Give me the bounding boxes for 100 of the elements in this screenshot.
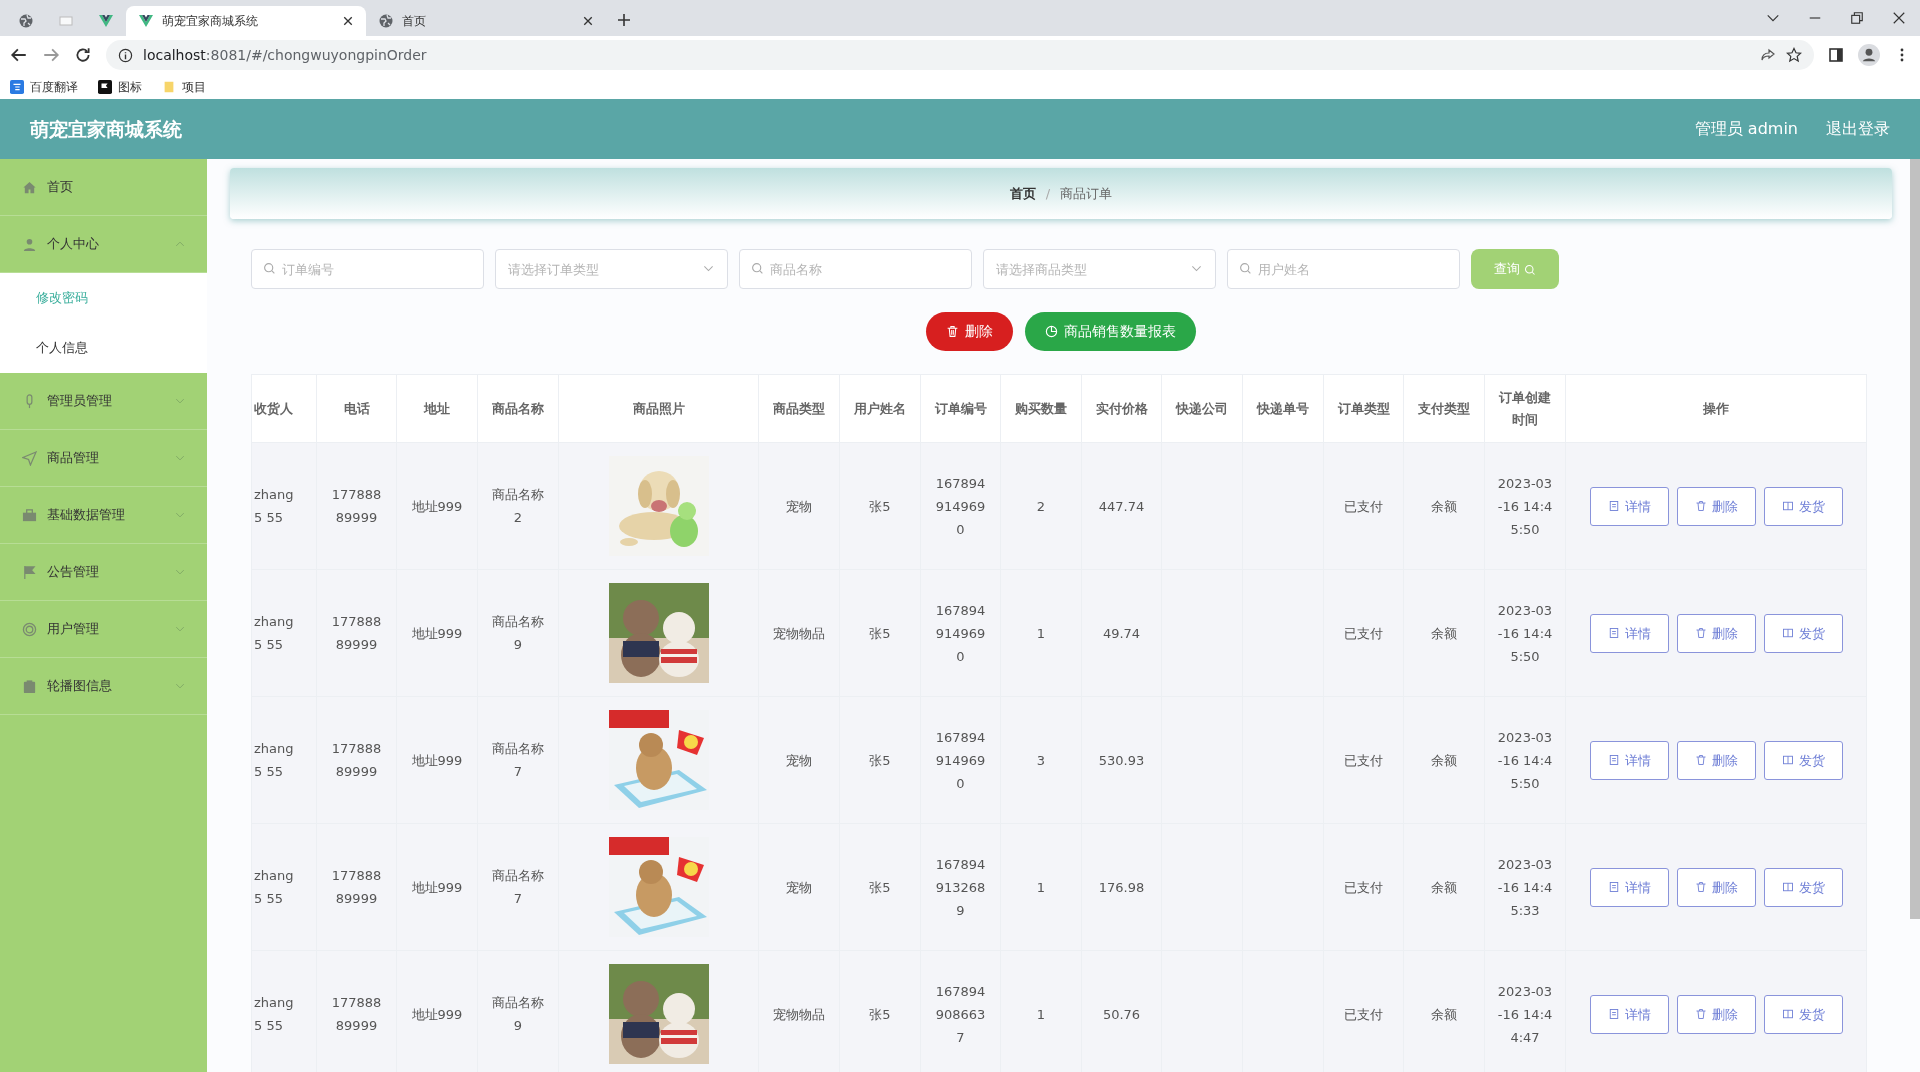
sidebar-subitem[interactable]: 个人信息 <box>0 323 207 373</box>
share-icon[interactable] <box>1760 47 1776 63</box>
details-button[interactable]: 详情 <box>1589 867 1669 907</box>
table-cell: 张5 <box>839 442 921 570</box>
forward-icon[interactable] <box>42 46 60 64</box>
table-cell: 商品名称7 <box>477 823 559 951</box>
details-button[interactable]: 详情 <box>1589 486 1669 526</box>
table-cell: 1678949149690 <box>920 696 1001 824</box>
book-icon <box>1781 754 1794 766</box>
clipboard-icon <box>22 678 37 694</box>
table-cell: 张5 <box>839 823 921 951</box>
trash-icon <box>946 325 959 338</box>
table-cell: 17788889999 <box>316 442 397 570</box>
table-cell: 17788889999 <box>316 569 397 697</box>
search-field[interactable]: 商品名称 <box>739 249 972 289</box>
table-cell: 1678949149690 <box>920 569 1001 697</box>
ship-button[interactable]: 发货 <box>1763 867 1843 907</box>
chevron-down-icon <box>703 263 714 274</box>
table-cell: 地址999 <box>396 950 478 1072</box>
table-cell: 余额 <box>1403 950 1485 1072</box>
table-cell: 2023-03-16 14:45:50 <box>1484 569 1566 697</box>
table-cell: zhang 5 55 <box>251 950 317 1072</box>
column-header: 购买数量 <box>1000 374 1082 443</box>
details-button[interactable]: 详情 <box>1589 740 1669 780</box>
column-header: 订单编号 <box>920 374 1001 443</box>
delete-button[interactable]: 删除 <box>1676 994 1756 1034</box>
delete-button[interactable]: 删除 <box>1676 740 1756 780</box>
sidebar-subitem[interactable]: 修改密码 <box>0 273 207 323</box>
delete-button[interactable]: 删除 <box>1676 486 1756 526</box>
table-cell: 商品名称9 <box>477 569 559 697</box>
info-icon <box>118 47 133 63</box>
ship-button[interactable]: 发货 <box>1763 740 1843 780</box>
bookmark[interactable]: 百度翻译 <box>10 77 78 96</box>
side-panel-icon[interactable] <box>1828 47 1844 63</box>
reload-icon[interactable] <box>74 46 92 64</box>
ship-button[interactable]: 发货 <box>1763 613 1843 653</box>
table-cell: 商品名称9 <box>477 950 559 1072</box>
table-cell: 2023-03-16 14:45:33 <box>1484 823 1566 951</box>
table-cell: 商品名称2 <box>477 442 559 570</box>
details-button[interactable]: 详情 <box>1589 994 1669 1034</box>
column-header: 电话 <box>316 374 397 443</box>
select-field[interactable]: 请选择订单类型 <box>495 249 728 289</box>
delete-button[interactable]: 删除 <box>1676 867 1756 907</box>
column-header: 快递公司 <box>1161 374 1243 443</box>
column-header: 订单创建时间 <box>1484 374 1566 443</box>
table-cell: 宠物物品 <box>758 569 840 697</box>
pie-chart-icon <box>1045 325 1058 338</box>
document-icon <box>1607 627 1620 639</box>
browser-tab[interactable]: 萌宠宜家商城系统 <box>126 6 366 36</box>
breadcrumb-link[interactable]: 首页 <box>1009 183 1036 204</box>
ship-button[interactable]: 发货 <box>1763 994 1843 1034</box>
table-cell: 宠物 <box>758 696 840 824</box>
column-header: 订单类型 <box>1323 374 1404 443</box>
book-icon <box>1781 627 1794 639</box>
search-icon <box>263 262 276 275</box>
table-cell: 张5 <box>839 696 921 824</box>
tab-title: 萌宠宜家商城系统 <box>162 13 259 30</box>
column-header: 收货人 <box>251 374 317 443</box>
plus-icon[interactable] <box>616 12 632 28</box>
table-cell: 宠物物品 <box>758 950 840 1072</box>
close-icon[interactable] <box>582 15 594 27</box>
delete-button[interactable]: 删除 <box>1676 613 1756 653</box>
star-icon[interactable] <box>1786 47 1802 63</box>
table-cell: 1 <box>1000 823 1082 951</box>
paper-plane-icon <box>22 450 37 466</box>
scrollbar[interactable] <box>1910 159 1920 919</box>
back-icon[interactable] <box>10 46 28 64</box>
book-icon <box>1781 881 1794 893</box>
table-cell: zhang 5 55 <box>251 823 317 951</box>
details-button[interactable]: 详情 <box>1589 613 1669 653</box>
person-icon <box>22 236 37 252</box>
table-cell: 余额 <box>1403 442 1485 570</box>
address-field[interactable]: localhost:8081/#/chongwuyongpinOrder <box>143 44 427 66</box>
delete-button[interactable]: 删除 <box>926 312 1013 351</box>
search-field[interactable]: 订单编号 <box>251 249 484 289</box>
column-header: 商品名称 <box>477 374 559 443</box>
document-icon <box>1607 1008 1620 1020</box>
profile-icon[interactable] <box>1858 44 1880 66</box>
restore-icon[interactable] <box>1850 11 1864 25</box>
briefcase-icon <box>22 507 37 523</box>
bookmark[interactable]: 项目 <box>162 77 206 96</box>
ship-button[interactable]: 发货 <box>1763 486 1843 526</box>
close-icon[interactable] <box>342 15 354 27</box>
table-cell: 3 <box>1000 696 1082 824</box>
report-button[interactable]: 商品销售数量报表 <box>1025 312 1196 351</box>
logout-link[interactable]: 退出登录 <box>1826 117 1890 141</box>
select-field[interactable]: 请选择商品类型 <box>983 249 1216 289</box>
table-cell: zhang 5 55 <box>251 696 317 824</box>
document-icon <box>1607 881 1620 893</box>
table-cell: 1678949149690 <box>920 442 1001 570</box>
chevron-down-icon <box>1191 263 1202 274</box>
table-cell: 2 <box>1000 442 1082 570</box>
tab-title: 首页 <box>402 13 427 30</box>
close-icon[interactable] <box>1892 11 1906 25</box>
bookmark[interactable]: 图标 <box>98 77 142 96</box>
trash-icon <box>1694 1008 1707 1020</box>
browser-tab[interactable]: 首页 <box>366 6 606 36</box>
search-field[interactable]: 用户姓名 <box>1227 249 1460 289</box>
column-header: 用户姓名 <box>839 374 921 443</box>
column-header: 支付类型 <box>1403 374 1485 443</box>
